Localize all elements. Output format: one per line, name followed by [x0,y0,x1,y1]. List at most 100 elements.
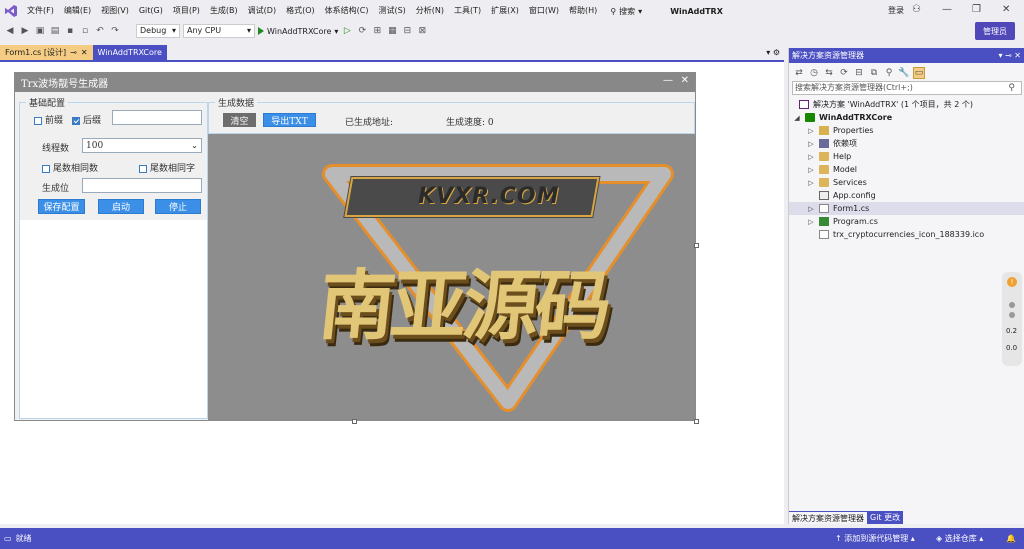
login-link[interactable]: 登录 [888,5,904,16]
tab-git-changes[interactable]: Git 更改 [867,511,904,524]
collapse-all-icon[interactable]: ⊟ [853,67,865,79]
open-icon[interactable]: ▤ [49,25,61,37]
menu-help[interactable]: 帮助(H) [564,0,602,22]
toolbar-misc-icon[interactable]: ⊞ [371,25,383,37]
size-icon[interactable]: ⊠ [416,25,428,37]
tab-winaddtrxcore[interactable]: WinAddTRXCore [92,45,167,60]
expanded-icon[interactable]: ◢ [793,114,801,122]
pending-changes-icon[interactable]: ⇆ [823,67,835,79]
prefix-checkbox[interactable]: 前缀 [34,113,63,126]
export-txt-button[interactable]: 导出TXT [263,113,316,127]
resize-handle[interactable] [694,243,699,248]
panel-options-icon[interactable]: ▾ ⊸ ✕ [998,51,1021,60]
tree-item-solution[interactable]: 解决方案 'WinAddTRX' (1 个项目，共 2 个) [789,98,1024,111]
start-without-debug-icon[interactable]: ▷ [341,25,353,37]
select-repo-button[interactable]: ◈ 选择仓库 ▴ [936,533,983,544]
menu-window[interactable]: 窗口(W) [524,0,564,22]
tree-item-model[interactable]: ▷ Model [789,163,1024,176]
tab-options-icon[interactable]: ▾ ⚙ [766,48,780,57]
menu-git[interactable]: Git(G) [134,0,168,22]
tree-item-properties[interactable]: ▷ Properties [789,124,1024,137]
collapsed-icon[interactable]: ▷ [807,166,815,174]
collapsed-icon[interactable]: ▷ [807,127,815,135]
feedback-icon[interactable]: ⚇ [912,4,921,15]
tree-item-program[interactable]: ▷ Program.cs [789,215,1024,228]
menu-analyze[interactable]: 分析(N) [411,0,449,22]
start-button[interactable]: 启动 [98,199,144,214]
notifications-icon[interactable]: 🔔 [1006,534,1016,543]
minimize-icon[interactable]: — [942,4,952,15]
suffix-checkbox[interactable]: 后缀 [72,113,101,126]
search-box[interactable]: ⚲ 搜索 ▾ [610,6,642,17]
gen-pos-input[interactable] [82,178,202,193]
save-icon[interactable]: ▪ [64,25,76,37]
collapsed-icon[interactable]: ▷ [807,218,815,226]
solution-explorer-toolbar: ⇄ ◷ ⇆ ⟳ ⊟ ⧉ ⚲ 🔧 ▭ [789,64,1024,81]
collapsed-icon[interactable]: ▷ [807,153,815,161]
tree-item-app-config[interactable]: App.config [789,189,1024,202]
clear-button[interactable]: 清空 [223,113,256,127]
new-project-icon[interactable]: ▣ [34,25,46,37]
collapsed-icon[interactable]: ▷ [807,140,815,148]
align-icon[interactable]: ⊟ [401,25,413,37]
close-icon[interactable]: ✕ [81,48,88,57]
status-bar: ▭ 就绪 ↑ 添加到源代码管理 ▴ ◈ 选择仓库 ▴ 🔔 [0,528,1024,549]
tail-same-num-checkbox[interactable]: 尾数相同数 [42,161,98,174]
run-button[interactable]: WinAddTRXCore ▾ [258,27,338,36]
tree-item-services[interactable]: ▷ Services [789,176,1024,189]
menu-debug[interactable]: 调试(D) [243,0,281,22]
sync-icon[interactable]: ⇄ [793,67,805,79]
menu-edit[interactable]: 编辑(E) [59,0,96,22]
tail-same-char-checkbox[interactable]: 尾数相同字 [139,161,195,174]
tab-solution-explorer[interactable]: 解决方案资源管理器 [789,511,867,524]
restore-icon[interactable]: ❐ [972,4,981,15]
platform-select[interactable]: Any CPU ▾ [183,24,255,38]
menu-architecture[interactable]: 体系结构(C) [320,0,374,22]
filter-icon[interactable]: ⚲ [883,67,895,79]
save-config-button[interactable]: 保存配置 [38,199,85,214]
form-window[interactable]: Trx波场靓号生成器 — ✕ 基础配置 前缀 后缀 线程数 100 ⌄ 尾数相同… [14,72,696,421]
tree-item-icon-file[interactable]: trx_cryptocurrencies_icon_188339.ico [789,228,1024,241]
suffix-input[interactable] [112,110,202,125]
forward-icon[interactable]: ▶ [19,25,31,37]
save-all-icon[interactable]: ▫ [79,25,91,37]
config-select[interactable]: Debug ▾ [136,24,180,38]
collapsed-icon[interactable]: ▷ [807,205,815,213]
tree-item-help[interactable]: ▷ Help [789,150,1024,163]
preview-icon[interactable]: ▭ [913,66,925,79]
menu-extensions[interactable]: 扩展(X) [486,0,524,22]
tab-form1-designer[interactable]: Form1.cs [设计] ⊸ ✕ [0,45,93,60]
menu-view[interactable]: 视图(V) [96,0,134,22]
collapsed-icon[interactable]: ▷ [807,179,815,187]
properties-icon[interactable]: 🔧 [898,67,910,79]
menu-tools[interactable]: 工具(T) [449,0,486,22]
tree-item-project[interactable]: ◢ WinAddTRXCore [789,111,1024,124]
resize-handle[interactable] [694,419,699,424]
history-icon[interactable]: ◷ [808,67,820,79]
menu-build[interactable]: 生成(B) [205,0,243,22]
menu-format[interactable]: 格式(O) [281,0,320,22]
solution-search-input[interactable]: 搜索解决方案资源管理器(Ctrl+;) ⚲ [792,81,1022,95]
layout-icon[interactable]: ▦ [386,25,398,37]
redo-icon[interactable]: ↷ [109,25,121,37]
thread-select[interactable]: 100 ⌄ [82,138,202,153]
close-icon[interactable]: ✕ [681,75,689,86]
back-icon[interactable]: ◀ [4,25,16,37]
refresh-icon[interactable]: ⟳ [838,67,850,79]
menu-project[interactable]: 项目(P) [168,0,205,22]
add-source-control-button[interactable]: ↑ 添加到源代码管理 ▴ [835,533,915,544]
close-icon[interactable]: ✕ [1002,4,1010,15]
tree-item-dependencies[interactable]: ▷ 依赖项 [789,137,1024,150]
show-all-files-icon[interactable]: ⧉ [868,67,880,79]
hot-reload-icon[interactable]: ⟳ [356,25,368,37]
menu-test[interactable]: 测试(S) [373,0,410,22]
minimize-icon[interactable]: — [663,75,673,86]
menu-file[interactable]: 文件(F) [22,0,59,22]
undo-icon[interactable]: ↶ [94,25,106,37]
notification-strip[interactable]: ! 0.2 0.0 [1002,272,1022,366]
stop-button[interactable]: 停止 [155,199,201,214]
visual-studio-logo-icon[interactable] [0,0,22,22]
pin-icon[interactable]: ⊸ [70,48,77,57]
tree-item-form1[interactable]: ▷ Form1.cs [789,202,1024,215]
resize-handle[interactable] [352,419,357,424]
